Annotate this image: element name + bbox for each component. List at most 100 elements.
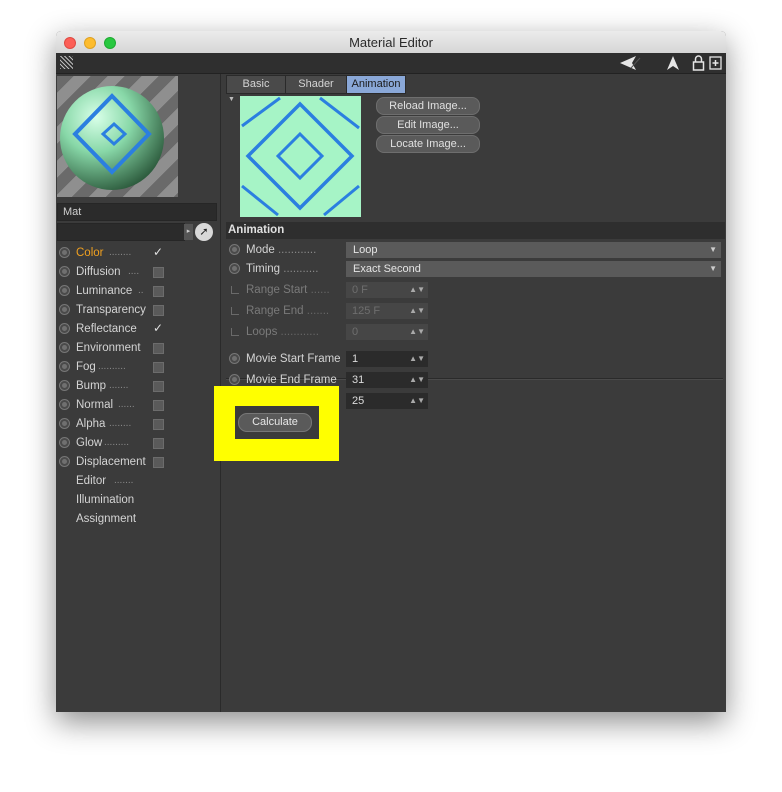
- radio-button-icon[interactable]: [59, 323, 70, 334]
- param-label: Range Start ......: [246, 284, 330, 296]
- param-loops: Loops ............ 0 ▲▼: [226, 323, 723, 342]
- material-preview[interactable]: [57, 76, 178, 197]
- timing-dropdown[interactable]: Exact Second ▼: [346, 261, 721, 277]
- checkmark-icon[interactable]: ✓: [153, 246, 163, 258]
- radio-button-icon[interactable]: [229, 263, 240, 274]
- tab-shader[interactable]: Shader: [285, 75, 347, 94]
- spinner-arrows-icon[interactable]: ▲▼: [409, 372, 425, 388]
- channel-glow[interactable]: Glow .........: [56, 434, 220, 453]
- param-range-start: Range Start ...... 0 F ▲▼: [226, 281, 723, 300]
- channel-label: Bump: [76, 380, 107, 392]
- param-label: Range End .......: [246, 305, 330, 317]
- item-label: Editor: [76, 475, 107, 487]
- param-mode: Mode ............ Loop ▼: [226, 241, 723, 260]
- channel-checkbox[interactable]: [153, 381, 164, 392]
- radio-button-icon[interactable]: [59, 361, 70, 372]
- edit-image-button[interactable]: Edit Image...: [376, 116, 480, 134]
- radio-button-icon[interactable]: [59, 342, 70, 353]
- grip-icon[interactable]: [60, 56, 73, 69]
- channel-checkbox[interactable]: [153, 400, 164, 411]
- chevron-down-icon: ▼: [709, 264, 717, 273]
- fps-field[interactable]: 25 ▲▼: [346, 393, 428, 409]
- item-label: Illumination: [76, 494, 135, 506]
- radio-button-icon[interactable]: [59, 247, 70, 258]
- radio-button-icon[interactable]: [59, 285, 70, 296]
- channel-alpha[interactable]: Alpha ........: [56, 415, 220, 434]
- channel-checkbox[interactable]: [153, 438, 164, 449]
- channel-checkbox[interactable]: [153, 362, 164, 373]
- channel-transparency[interactable]: Transparency: [56, 301, 220, 320]
- channel-label: Transparency: [76, 304, 146, 316]
- channel-checkbox[interactable]: [153, 457, 164, 468]
- channel-displacement[interactable]: Displacement: [56, 453, 220, 472]
- pick-cursor-icon[interactable]: ➚: [195, 223, 213, 241]
- channel-checkbox[interactable]: [153, 267, 164, 278]
- mode-dropdown[interactable]: Loop ▼: [346, 242, 721, 258]
- search-field[interactable]: [57, 223, 185, 241]
- radio-button-icon[interactable]: [59, 418, 70, 429]
- new-window-icon[interactable]: [709, 55, 722, 71]
- radio-button-icon[interactable]: [229, 374, 240, 385]
- dot-leader: ..: [138, 285, 144, 296]
- radio-button-icon[interactable]: [59, 437, 70, 448]
- channel-label: Normal: [76, 399, 114, 411]
- texture-preview[interactable]: [240, 96, 361, 217]
- channel-label: Luminance: [76, 285, 133, 297]
- channel-luminance[interactable]: Luminance ..: [56, 282, 220, 301]
- param-label: Mode ............: [246, 244, 317, 256]
- tab-basic[interactable]: Basic: [226, 75, 286, 94]
- movie-start-frame-value: 1: [352, 353, 359, 365]
- radio-button-icon[interactable]: [229, 353, 240, 364]
- radio-button-icon[interactable]: [59, 266, 70, 277]
- radio-button-icon[interactable]: [229, 244, 240, 255]
- range-start-value: 0 F: [352, 284, 368, 296]
- spinner-arrows-icon[interactable]: ▲▼: [409, 351, 425, 367]
- radio-button-icon[interactable]: [59, 456, 70, 467]
- movie-end-frame-value: 31: [352, 374, 365, 386]
- param-label: Timing ...........: [246, 263, 319, 275]
- expand-arrow-icon[interactable]: ▸: [184, 224, 193, 240]
- lock-icon[interactable]: [692, 55, 705, 71]
- reload-image-button[interactable]: Reload Image...: [376, 97, 480, 115]
- item-editor[interactable]: Editor .......: [56, 472, 220, 491]
- dot-leader: .........: [104, 437, 130, 448]
- timing-value: Exact Second: [353, 263, 421, 275]
- movie-start-frame-field[interactable]: 1 ▲▼: [346, 351, 428, 367]
- collapse-arrow-icon[interactable]: ▼: [228, 96, 235, 103]
- window-title: Material Editor: [349, 35, 433, 50]
- material-editor-window: Material Editor Mat ▸ ➚ Color ........ ✓…: [56, 31, 726, 712]
- checkmark-icon[interactable]: ✓: [153, 322, 163, 334]
- radio-button-icon[interactable]: [59, 304, 70, 315]
- disabled-check-icon: [231, 328, 239, 336]
- channel-checkbox[interactable]: [153, 343, 164, 354]
- spinner-arrows-icon: ▲▼: [409, 306, 425, 315]
- spinner-arrows-icon: ▲▼: [409, 327, 425, 336]
- item-assignment[interactable]: Assignment: [56, 510, 220, 529]
- channel-environment[interactable]: Environment: [56, 339, 220, 358]
- material-name-field[interactable]: Mat: [57, 203, 217, 221]
- channel-fog[interactable]: Fog ..........: [56, 358, 220, 377]
- channel-label: Glow: [76, 437, 103, 449]
- channel-checkbox[interactable]: [153, 286, 164, 297]
- loops-value: 0: [352, 326, 359, 338]
- channel-color[interactable]: Color ........ ✓: [56, 244, 220, 263]
- radio-button-icon[interactable]: [59, 380, 70, 391]
- calculate-button[interactable]: Calculate: [238, 413, 312, 432]
- item-label: Assignment: [76, 513, 137, 525]
- dot-leader: ........: [109, 247, 132, 258]
- locate-image-button[interactable]: Locate Image...: [376, 135, 480, 153]
- channel-reflectance[interactable]: Reflectance ✓: [56, 320, 220, 339]
- channel-diffusion[interactable]: Diffusion ....: [56, 263, 220, 282]
- back-arrow-icon[interactable]: [619, 55, 641, 71]
- spinner-arrows-icon[interactable]: ▲▼: [409, 393, 425, 409]
- tab-animation[interactable]: Animation: [346, 75, 406, 94]
- up-arrow-icon[interactable]: [666, 55, 680, 71]
- channel-bump[interactable]: Bump .......: [56, 377, 220, 396]
- channel-checkbox[interactable]: [153, 419, 164, 430]
- radio-button-icon[interactable]: [59, 399, 70, 410]
- channel-normal[interactable]: Normal ......: [56, 396, 220, 415]
- param-timing: Timing ........... Exact Second ▼: [226, 260, 723, 279]
- item-illumination[interactable]: Illumination: [56, 491, 220, 510]
- movie-end-frame-field[interactable]: 31 ▲▼: [346, 372, 428, 388]
- channel-checkbox[interactable]: [153, 305, 164, 316]
